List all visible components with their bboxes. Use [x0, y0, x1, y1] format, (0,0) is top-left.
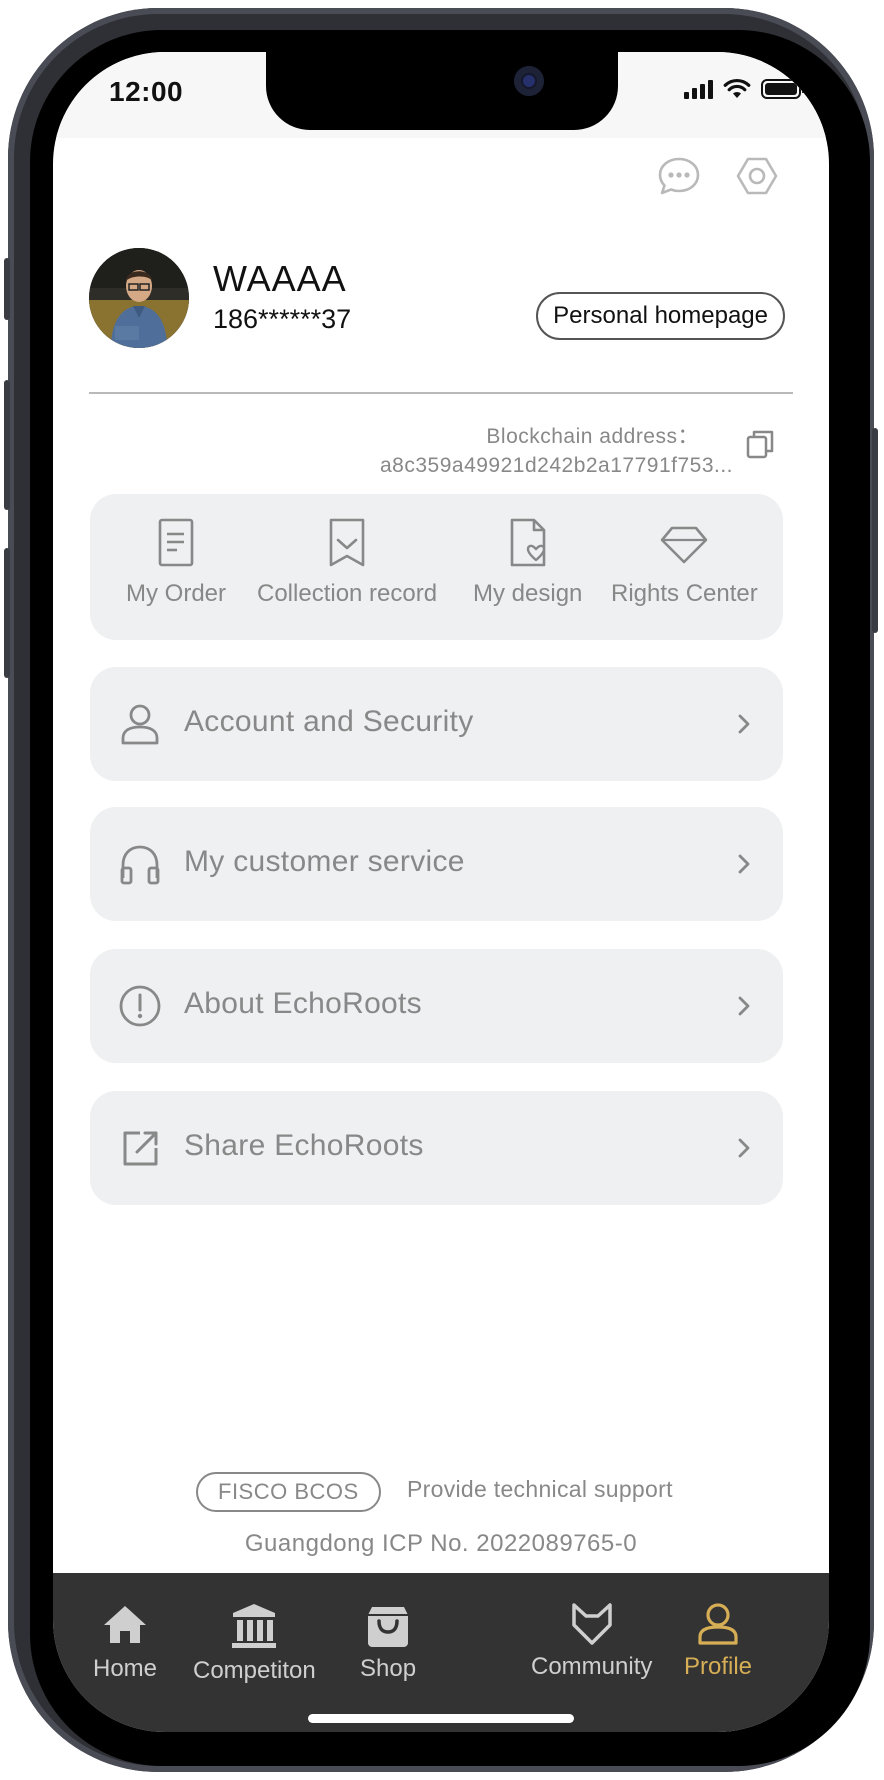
tab-label: Profile	[684, 1653, 753, 1680]
copy-icon	[746, 430, 774, 459]
power-button	[872, 428, 878, 633]
menu-item-about[interactable]: About EchoRoots	[90, 949, 783, 1063]
silent-switch	[4, 258, 10, 320]
chevron-right-icon	[738, 714, 750, 734]
file-heart-icon	[510, 518, 545, 567]
avatar[interactable]	[89, 248, 189, 348]
house-icon	[104, 1606, 147, 1643]
bookmark-icon	[329, 518, 365, 567]
system-icons	[684, 78, 805, 100]
wifi-icon	[723, 78, 751, 98]
document-icon	[158, 518, 194, 567]
tab-label: Community	[531, 1653, 653, 1680]
menu-item-customer-service[interactable]: My customer service	[90, 807, 783, 921]
menu-item-share[interactable]: Share EchoRoots	[90, 1091, 783, 1205]
fisco-badge: FISCO BCOS	[196, 1472, 381, 1512]
blockchain-label: Blockchain address：	[486, 425, 699, 448]
rights-center-button[interactable]: Rights Center	[611, 516, 758, 608]
notch	[266, 52, 618, 130]
personal-homepage-button[interactable]: Personal homepage	[536, 292, 785, 340]
app-screen: 12:00 WAAAA 186******37 Personal homepag…	[53, 52, 829, 1732]
menu-label: Account and Security	[184, 705, 474, 738]
chevron-right-icon	[738, 1138, 750, 1158]
tab-bar: Home Competiton Shop Community Profile	[53, 1573, 829, 1732]
tab-community[interactable]: Community	[531, 1601, 652, 1681]
menu-label: Share EchoRoots	[184, 1129, 424, 1162]
tab-profile[interactable]: Profile	[684, 1601, 752, 1681]
chevron-right-icon	[738, 854, 750, 874]
battery-icon	[761, 79, 805, 99]
user-icon	[121, 704, 159, 745]
menu-label: My customer service	[184, 845, 465, 878]
profile-divider	[89, 392, 793, 394]
icp-text: Guangdong ICP No. 2022089765-0	[244, 1530, 638, 1557]
my-order-button[interactable]: My Order	[126, 516, 226, 608]
collection-record-label: Collection record	[257, 580, 438, 607]
support-text: Provide technical support	[407, 1476, 673, 1502]
my-design-label: My design	[473, 580, 583, 607]
tab-label: Home	[93, 1655, 158, 1682]
tab-shop[interactable]: Shop	[360, 1601, 416, 1683]
collection-record-button[interactable]: Collection record	[257, 516, 437, 608]
person-icon	[698, 1603, 738, 1645]
tab-home[interactable]: Home	[93, 1601, 157, 1683]
diamond-icon	[661, 526, 708, 564]
volume-up-button	[4, 380, 10, 510]
menu-item-account-security[interactable]: Account and Security	[90, 667, 783, 781]
home-indicator[interactable]	[308, 1714, 574, 1723]
fox-head-icon	[571, 1603, 612, 1645]
message-button[interactable]	[655, 152, 703, 200]
copy-address-button[interactable]	[741, 424, 781, 464]
tab-label: Shop	[360, 1655, 417, 1682]
my-design-button[interactable]: My design	[473, 516, 582, 608]
volume-down-button	[4, 548, 10, 678]
share-external-icon	[123, 1131, 158, 1166]
top-actions	[655, 152, 781, 200]
chevron-right-icon	[738, 996, 750, 1016]
quick-actions-panel: My Order Collection record My design Rig…	[90, 494, 783, 640]
my-order-label: My Order	[126, 580, 227, 607]
settings-button[interactable]	[733, 152, 781, 200]
info-circle-icon	[119, 985, 161, 1027]
headphones-icon	[120, 845, 160, 885]
museum-icon	[232, 1604, 277, 1648]
tab-label: Competiton	[193, 1657, 316, 1684]
menu-label: About EchoRoots	[184, 987, 422, 1020]
tab-competition[interactable]: Competiton	[193, 1601, 316, 1685]
hexagon-gear-icon	[736, 157, 778, 195]
rights-center-label: Rights Center	[611, 580, 758, 607]
user-phone: 186******37	[213, 304, 352, 334]
front-camera	[514, 66, 544, 96]
profile-header: WAAAA 186******37 Personal homepage	[89, 248, 793, 356]
user-name: WAAAA	[213, 258, 347, 299]
blockchain-address: a8c359a49921d242b2a17791f753...	[380, 454, 733, 477]
cellular-signal-icon	[684, 79, 713, 99]
avatar-photo	[89, 248, 189, 348]
status-time: 12:00	[109, 76, 184, 107]
shopping-bag-icon	[368, 1607, 409, 1647]
chat-bubble-icon	[658, 157, 700, 195]
